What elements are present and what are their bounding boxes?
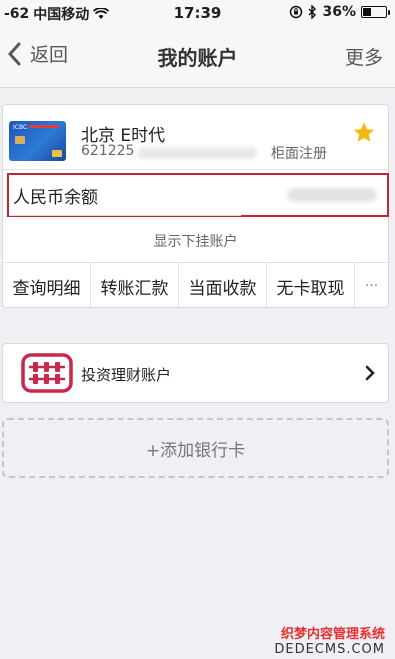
watermark-line1: 织梦内容管理系统 bbox=[280, 627, 385, 642]
orientation-lock-icon bbox=[290, 5, 303, 19]
page-title: 我的账户 bbox=[157, 46, 238, 70]
add-bank-card-button[interactable]: +添加银行卡 bbox=[2, 418, 389, 478]
bank-card-image: ICBC bbox=[9, 121, 66, 161]
nav-bar: 返回 我的账户 更多 bbox=[0, 26, 395, 88]
action-bar: 查询明细 转账汇款 当面收款 无卡取现 ··· bbox=[3, 262, 388, 309]
abacus-icon bbox=[21, 353, 73, 393]
battery-level bbox=[363, 8, 371, 16]
card-logo bbox=[52, 150, 62, 157]
investment-account-row[interactable]: 投资理财账户 bbox=[2, 343, 389, 403]
query-details-button[interactable]: 查询明细 bbox=[3, 263, 91, 309]
balance-label: 人民币余额 bbox=[13, 188, 98, 208]
face-to-face-receive-button[interactable]: 当面收款 bbox=[179, 263, 267, 309]
battery-icon bbox=[361, 6, 390, 18]
account-number: 621225 bbox=[81, 143, 135, 159]
status-bar: -62 中国移动 17:39 36% bbox=[0, 0, 395, 26]
registration-type: 柜面注册 bbox=[271, 146, 327, 162]
more-button[interactable]: 更多 bbox=[345, 43, 383, 70]
star-icon[interactable] bbox=[352, 121, 376, 145]
watermark-line2: DEDECMS.COM bbox=[274, 642, 385, 657]
bluetooth-icon bbox=[308, 5, 317, 19]
bank-card-text: ICBC bbox=[13, 124, 28, 131]
show-linked-accounts-link[interactable]: 显示下挂账户 bbox=[3, 231, 388, 251]
more-actions-button[interactable]: ··· bbox=[355, 263, 388, 309]
investment-account-label: 投资理财账户 bbox=[81, 366, 172, 384]
account-number-masked bbox=[137, 147, 257, 159]
watermark: 织梦内容管理系统 DEDECMS.COM bbox=[274, 623, 385, 657]
status-right: 36% bbox=[289, 4, 390, 20]
card-chip bbox=[15, 136, 25, 144]
cardless-withdrawal-button[interactable]: 无卡取现 bbox=[267, 263, 355, 309]
balance-value-masked bbox=[287, 188, 377, 202]
transfer-button[interactable]: 转账汇款 bbox=[91, 263, 179, 309]
account-card: ICBC 北京 E时代 621225 柜面注册 人民币余额 显示下挂账户 查询明… bbox=[2, 104, 389, 309]
battery-percent: 36% bbox=[322, 4, 356, 20]
chevron-right-icon bbox=[365, 365, 375, 381]
balance-row[interactable]: 人民币余额 bbox=[7, 173, 389, 217]
